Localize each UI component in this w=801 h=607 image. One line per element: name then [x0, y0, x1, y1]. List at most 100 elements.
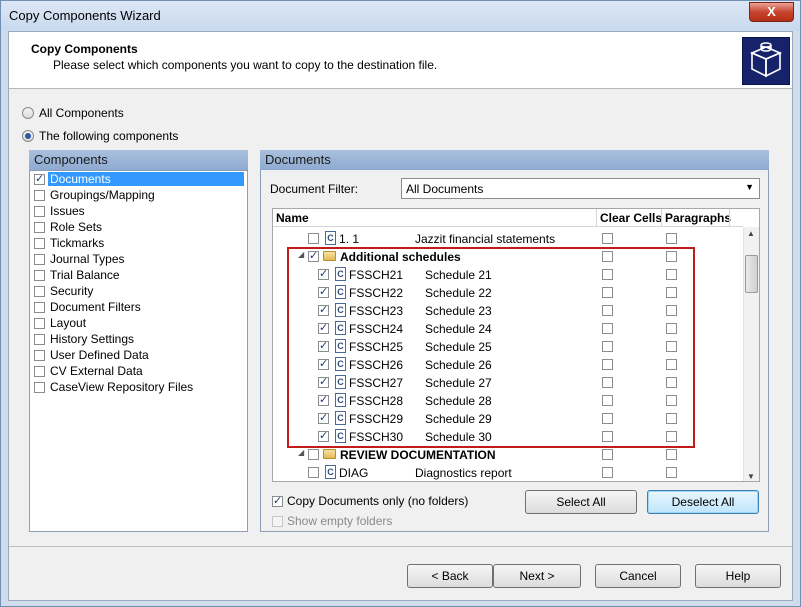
row-checkbox[interactable] [308, 467, 319, 478]
row-checkbox[interactable] [318, 357, 329, 370]
document-row[interactable]: CFSSCH30 Schedule 30 [273, 428, 743, 446]
clear-cells-checkbox[interactable] [602, 287, 613, 298]
component-item[interactable]: CaseView Repository Files [30, 379, 247, 395]
row-checkbox[interactable] [318, 339, 329, 352]
component-item[interactable]: Security [30, 283, 247, 299]
clear-cells-checkbox[interactable] [602, 269, 613, 280]
clear-cells-checkbox[interactable] [602, 431, 613, 442]
paragraphs-checkbox[interactable] [666, 341, 677, 352]
row-checkbox[interactable] [308, 233, 319, 244]
radio-button-selected[interactable] [22, 130, 34, 142]
dropdown-arrow-icon[interactable]: ▼ [745, 182, 754, 192]
folder-row[interactable]: ◢ Additional schedules [273, 248, 743, 266]
document-row[interactable]: CFSSCH25 Schedule 25 [273, 338, 743, 356]
component-checkbox[interactable] [34, 301, 45, 313]
paragraphs-checkbox[interactable] [666, 449, 677, 460]
row-checkbox[interactable] [318, 411, 329, 424]
deselect-all-button[interactable]: Deselect All [647, 490, 759, 514]
component-checkbox[interactable] [34, 253, 45, 265]
document-row[interactable]: CFSSCH21 Schedule 21 [273, 266, 743, 284]
component-checkbox[interactable] [34, 237, 45, 249]
paragraphs-checkbox[interactable] [666, 413, 677, 424]
row-checkbox[interactable] [318, 429, 329, 442]
component-checkbox[interactable] [34, 172, 45, 185]
close-button[interactable]: X [749, 2, 794, 22]
clear-cells-checkbox[interactable] [602, 323, 613, 334]
clear-cells-checkbox[interactable] [602, 413, 613, 424]
paragraphs-checkbox[interactable] [666, 467, 677, 478]
document-row[interactable]: CFSSCH28 Schedule 28 [273, 392, 743, 410]
document-filter-select[interactable]: All Documents ▼ [401, 178, 760, 199]
row-checkbox[interactable] [318, 321, 329, 334]
document-row[interactable]: CFSSCH29 Schedule 29 [273, 410, 743, 428]
row-checkbox[interactable] [308, 249, 319, 262]
component-checkbox[interactable] [34, 333, 45, 345]
paragraphs-checkbox[interactable] [666, 269, 677, 280]
component-checkbox[interactable] [34, 205, 45, 217]
component-checkbox[interactable] [34, 365, 45, 377]
clear-cells-checkbox[interactable] [602, 449, 613, 460]
row-checkbox[interactable] [308, 449, 319, 460]
row-checkbox[interactable] [318, 285, 329, 298]
document-row[interactable]: CFSSCH23 Schedule 23 [273, 302, 743, 320]
clear-cells-checkbox[interactable] [602, 305, 613, 316]
clear-cells-checkbox[interactable] [602, 341, 613, 352]
paragraphs-checkbox[interactable] [666, 287, 677, 298]
copy-docs-only-checkbox[interactable] [272, 494, 283, 507]
paragraphs-checkbox[interactable] [666, 251, 677, 262]
column-name[interactable]: Name [276, 211, 309, 225]
show-empty-folders-option[interactable]: Show empty folders [272, 514, 392, 528]
column-paragraphs[interactable]: Paragraphs [665, 211, 731, 225]
component-checkbox[interactable] [34, 285, 45, 297]
show-empty-folders-checkbox[interactable] [272, 515, 283, 527]
document-row[interactable]: CFSSCH27 Schedule 27 [273, 374, 743, 392]
component-item[interactable]: Journal Types [30, 251, 247, 267]
component-checkbox[interactable] [34, 189, 45, 201]
help-button[interactable]: Help [695, 564, 781, 588]
next-button[interactable]: Next > [493, 564, 581, 588]
component-item[interactable]: Document Filters [30, 299, 247, 315]
column-clear-cells[interactable]: Clear Cells [600, 211, 662, 225]
document-row[interactable]: C DIAG Diagnostics report [273, 464, 743, 481]
clear-cells-checkbox[interactable] [602, 395, 613, 406]
component-item[interactable]: CV External Data [30, 363, 247, 379]
clear-cells-checkbox[interactable] [602, 233, 613, 244]
document-row[interactable]: CFSSCH22 Schedule 22 [273, 284, 743, 302]
row-checkbox[interactable] [318, 375, 329, 388]
copy-docs-only-option[interactable]: Copy Documents only (no folders) [272, 494, 468, 508]
select-all-button[interactable]: Select All [525, 490, 637, 514]
paragraphs-checkbox[interactable] [666, 233, 677, 244]
expand-icon[interactable]: ◢ [298, 250, 304, 259]
component-item[interactable]: Role Sets [30, 219, 247, 235]
document-row[interactable]: C 1. 1 Jazzit financial statements [273, 230, 743, 248]
radio-all-components[interactable]: All Components [22, 106, 124, 120]
paragraphs-checkbox[interactable] [666, 377, 677, 388]
component-item[interactable]: Tickmarks [30, 235, 247, 251]
scroll-thumb[interactable] [745, 255, 758, 293]
paragraphs-checkbox[interactable] [666, 359, 677, 370]
component-checkbox[interactable] [34, 221, 45, 233]
cancel-button[interactable]: Cancel [595, 564, 681, 588]
document-row[interactable]: CFSSCH26 Schedule 26 [273, 356, 743, 374]
component-item[interactable]: Groupings/Mapping [30, 187, 247, 203]
component-checkbox[interactable] [34, 349, 45, 361]
row-checkbox[interactable] [318, 267, 329, 280]
component-item[interactable]: History Settings [30, 331, 247, 347]
radio-button[interactable] [22, 107, 34, 119]
grid-scrollbar[interactable]: ▲ ▼ [743, 227, 759, 481]
paragraphs-checkbox[interactable] [666, 395, 677, 406]
paragraphs-checkbox[interactable] [666, 305, 677, 316]
component-checkbox[interactable] [34, 317, 45, 329]
clear-cells-checkbox[interactable] [602, 359, 613, 370]
component-item[interactable]: Layout [30, 315, 247, 331]
component-item[interactable]: User Defined Data [30, 347, 247, 363]
scroll-down-icon[interactable]: ▼ [747, 472, 755, 481]
row-checkbox[interactable] [318, 303, 329, 316]
clear-cells-checkbox[interactable] [602, 377, 613, 388]
component-item[interactable]: Trial Balance [30, 267, 247, 283]
folder-row[interactable]: ◢ REVIEW DOCUMENTATION [273, 446, 743, 464]
document-row[interactable]: CFSSCH24 Schedule 24 [273, 320, 743, 338]
radio-following-components[interactable]: The following components [22, 129, 178, 143]
clear-cells-checkbox[interactable] [602, 467, 613, 478]
row-checkbox[interactable] [318, 393, 329, 406]
